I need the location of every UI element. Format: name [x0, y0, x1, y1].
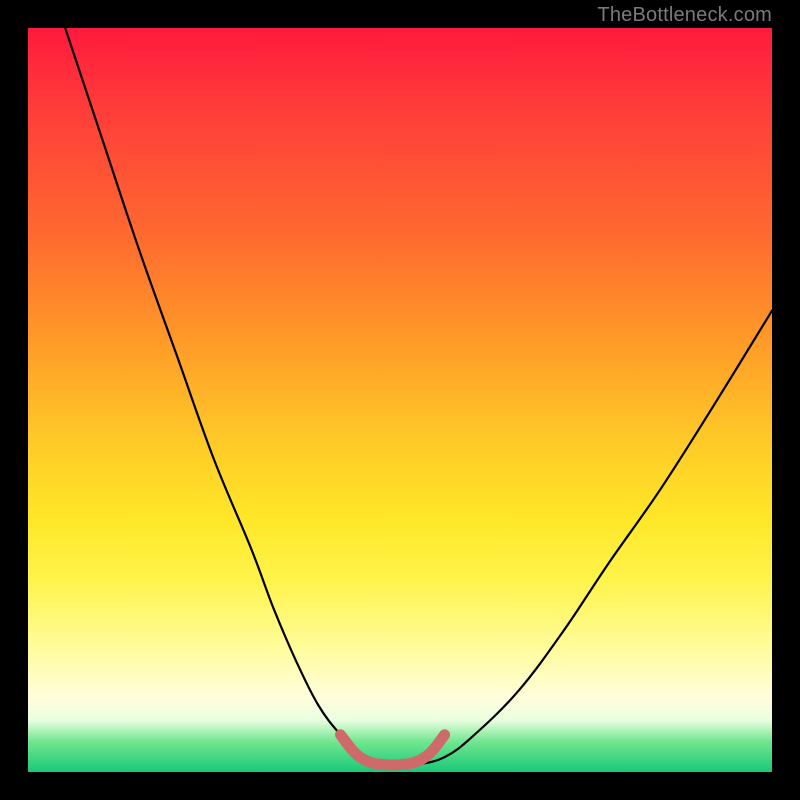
optimal-range-marker: [341, 735, 445, 765]
curve-svg: [28, 28, 772, 772]
bottleneck-curve: [65, 28, 772, 766]
plot-area: [28, 28, 772, 772]
chart-frame: TheBottleneck.com: [0, 0, 800, 800]
watermark-text: TheBottleneck.com: [597, 4, 772, 27]
